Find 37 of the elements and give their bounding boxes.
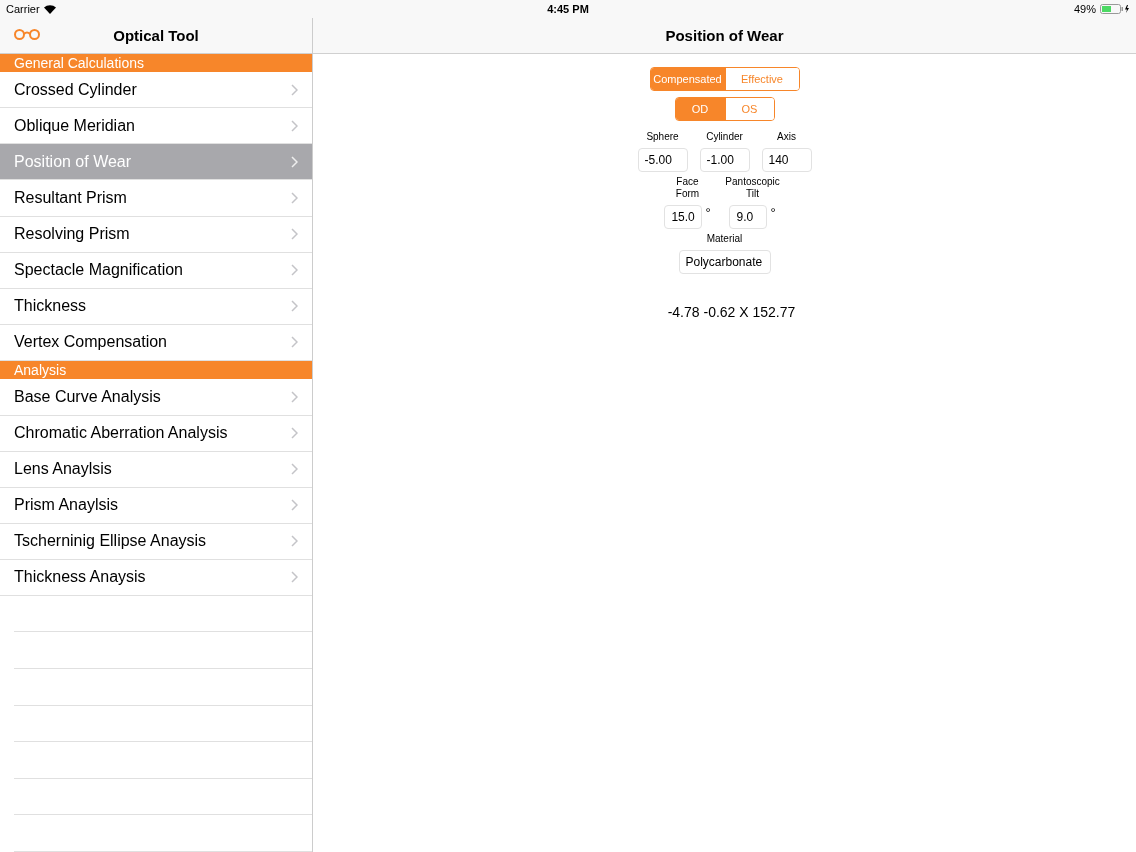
chevron-icon [291,499,298,512]
chevron-icon [291,391,298,403]
chevron-icon [291,192,298,204]
degree-unit: ° [770,205,776,220]
field-label: Cylinder [705,131,744,143]
chevron-icon [291,300,298,313]
chevron-icon [291,427,298,440]
input-field[interactable]: -1.00 [699,148,750,172]
field-label: Material [705,233,744,245]
battery-percent: 49% [1074,3,1096,15]
chevron-icon [291,463,298,476]
input-field[interactable]: 9.0 [729,205,768,229]
input-field[interactable]: -5.00 [637,148,688,172]
field-label: Face Form [674,176,701,200]
chevron-icon [291,155,298,168]
chevron-icon [291,336,298,349]
chevron-icon [291,228,298,241]
battery-icon [1100,4,1130,14]
input-field[interactable]: 140 [761,148,812,172]
chevron-icon [291,119,298,132]
degree-unit: ° [705,205,711,220]
chevron-icon [291,535,298,548]
field-label: Sphere [645,131,680,143]
field-label: Pantoscopic Tilt [724,176,781,200]
field-label: Axis [776,131,797,143]
detail-title: Position of Wear [665,27,784,44]
carrier-label: Carrier [6,3,40,15]
time-label: 4:45 PM [547,3,589,15]
result-text: -4.78 -0.62 X 152.77 [667,304,796,320]
input-field[interactable]: 15.0 [664,205,703,229]
chevron-icon [291,264,298,277]
chevron-icon [291,571,298,584]
wifi-icon [43,4,56,14]
material-field[interactable]: Polycarbonate [678,250,771,274]
glasses-icon[interactable] [13,29,41,40]
sidebar-title: Optical Tool [113,26,199,44]
chevron-icon [291,83,298,96]
